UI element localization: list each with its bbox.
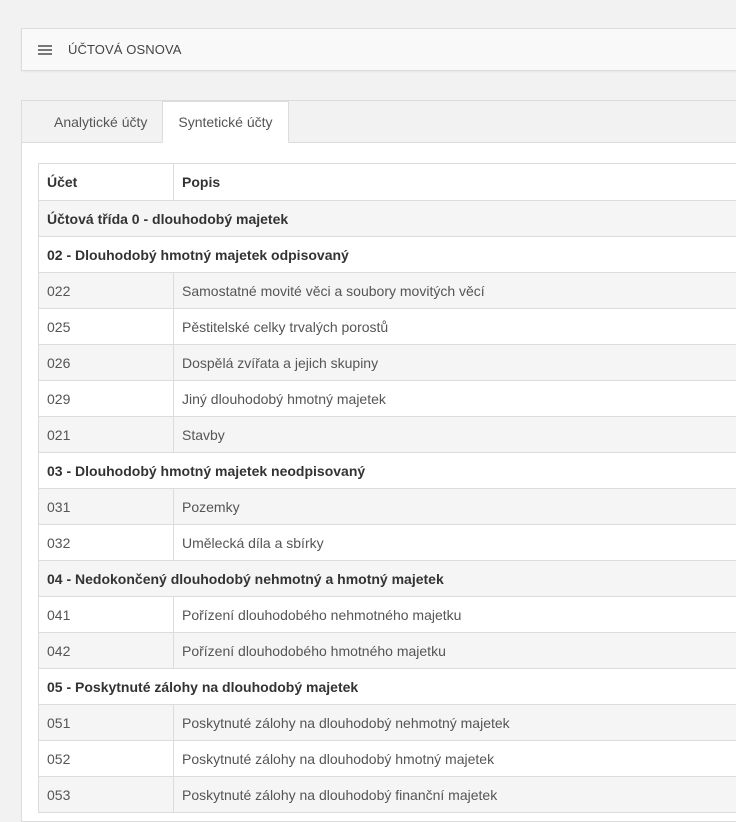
account-description: Pořízení dlouhodobého nehmotného majetku: [174, 597, 736, 633]
table-row: 051Poskytnuté zálohy na dlouhodobý nehmo…: [39, 705, 736, 741]
content-panel: Analytické účty Syntetické účty Účet Pop…: [21, 100, 736, 822]
table-row: 041Pořízení dlouhodobého nehmotného maje…: [39, 597, 736, 633]
account-code: 052: [39, 741, 174, 777]
account-description: Pěstitelské celky trvalých porostů: [174, 309, 736, 345]
account-description: Poskytnuté zálohy na dlouhodobý hmotný m…: [174, 741, 736, 777]
account-description: Dospělá zvířata a jejich skupiny: [174, 345, 736, 381]
group-row: Účtová třída 0 - dlouhodobý majetek: [39, 201, 736, 237]
group-row: 02 - Dlouhodobý hmotný majetek odpisovan…: [39, 237, 736, 273]
group-label: 02 - Dlouhodobý hmotný majetek odpisovan…: [39, 237, 736, 273]
table-row: 022Samostatné movité věci a soubory movi…: [39, 273, 736, 309]
tab-analytic-accounts[interactable]: Analytické účty: [39, 101, 162, 142]
table-row: 025Pěstitelské celky trvalých porostů: [39, 309, 736, 345]
group-row: 04 - Nedokončený dlouhodobý nehmotný a h…: [39, 561, 736, 597]
group-label: 03 - Dlouhodobý hmotný majetek neodpisov…: [39, 453, 736, 489]
account-code: 053: [39, 777, 174, 813]
table-row: 021Stavby: [39, 417, 736, 453]
account-code: 051: [39, 705, 174, 741]
account-code: 032: [39, 525, 174, 561]
table-row: 042Pořízení dlouhodobého hmotného majetk…: [39, 633, 736, 669]
group-row: 05 - Poskytnuté zálohy na dlouhodobý maj…: [39, 669, 736, 705]
group-label: Účtová třída 0 - dlouhodobý majetek: [39, 201, 736, 237]
account-code: 026: [39, 345, 174, 381]
menu-icon[interactable]: [38, 45, 52, 55]
table-body: Účtová třída 0 - dlouhodobý majetek02 - …: [39, 201, 736, 813]
page-title: ÚČTOVÁ OSNOVA: [68, 42, 182, 57]
account-description: Pořízení dlouhodobého hmotného majetku: [174, 633, 736, 669]
account-description: Poskytnuté zálohy na dlouhodobý finanční…: [174, 777, 736, 813]
account-description: Poskytnuté zálohy na dlouhodobý nehmotný…: [174, 705, 736, 741]
tab-synthetic-accounts[interactable]: Syntetické účty: [162, 101, 288, 143]
group-label: 05 - Poskytnuté zálohy na dlouhodobý maj…: [39, 669, 736, 705]
account-code: 029: [39, 381, 174, 417]
column-header-account[interactable]: Účet: [39, 164, 174, 201]
table-row: 053Poskytnuté zálohy na dlouhodobý finan…: [39, 777, 736, 813]
account-code: 041: [39, 597, 174, 633]
account-description: Stavby: [174, 417, 736, 453]
tabs-bar: Analytické účty Syntetické účty: [22, 101, 736, 143]
table-header-row: Účet Popis: [39, 164, 736, 201]
account-code: 025: [39, 309, 174, 345]
group-label: 04 - Nedokončený dlouhodobý nehmotný a h…: [39, 561, 736, 597]
table-row: 032Umělecká díla a sbírky: [39, 525, 736, 561]
account-description: Umělecká díla a sbírky: [174, 525, 736, 561]
accounts-table: Účet Popis Účtová třída 0 - dlouhodobý m…: [38, 163, 736, 813]
account-description: Pozemky: [174, 489, 736, 525]
table-row: 026Dospělá zvířata a jejich skupiny: [39, 345, 736, 381]
account-code: 042: [39, 633, 174, 669]
account-code: 021: [39, 417, 174, 453]
table-row: 031Pozemky: [39, 489, 736, 525]
account-description: Samostatné movité věci a soubory movitýc…: [174, 273, 736, 309]
account-code: 031: [39, 489, 174, 525]
account-code: 022: [39, 273, 174, 309]
group-row: 03 - Dlouhodobý hmotný majetek neodpisov…: [39, 453, 736, 489]
account-description: Jiný dlouhodobý hmotný majetek: [174, 381, 736, 417]
column-header-description[interactable]: Popis: [174, 164, 736, 201]
table-row: 029Jiný dlouhodobý hmotný majetek: [39, 381, 736, 417]
table-row: 052Poskytnuté zálohy na dlouhodobý hmotn…: [39, 741, 736, 777]
page-header: ÚČTOVÁ OSNOVA: [21, 28, 736, 71]
